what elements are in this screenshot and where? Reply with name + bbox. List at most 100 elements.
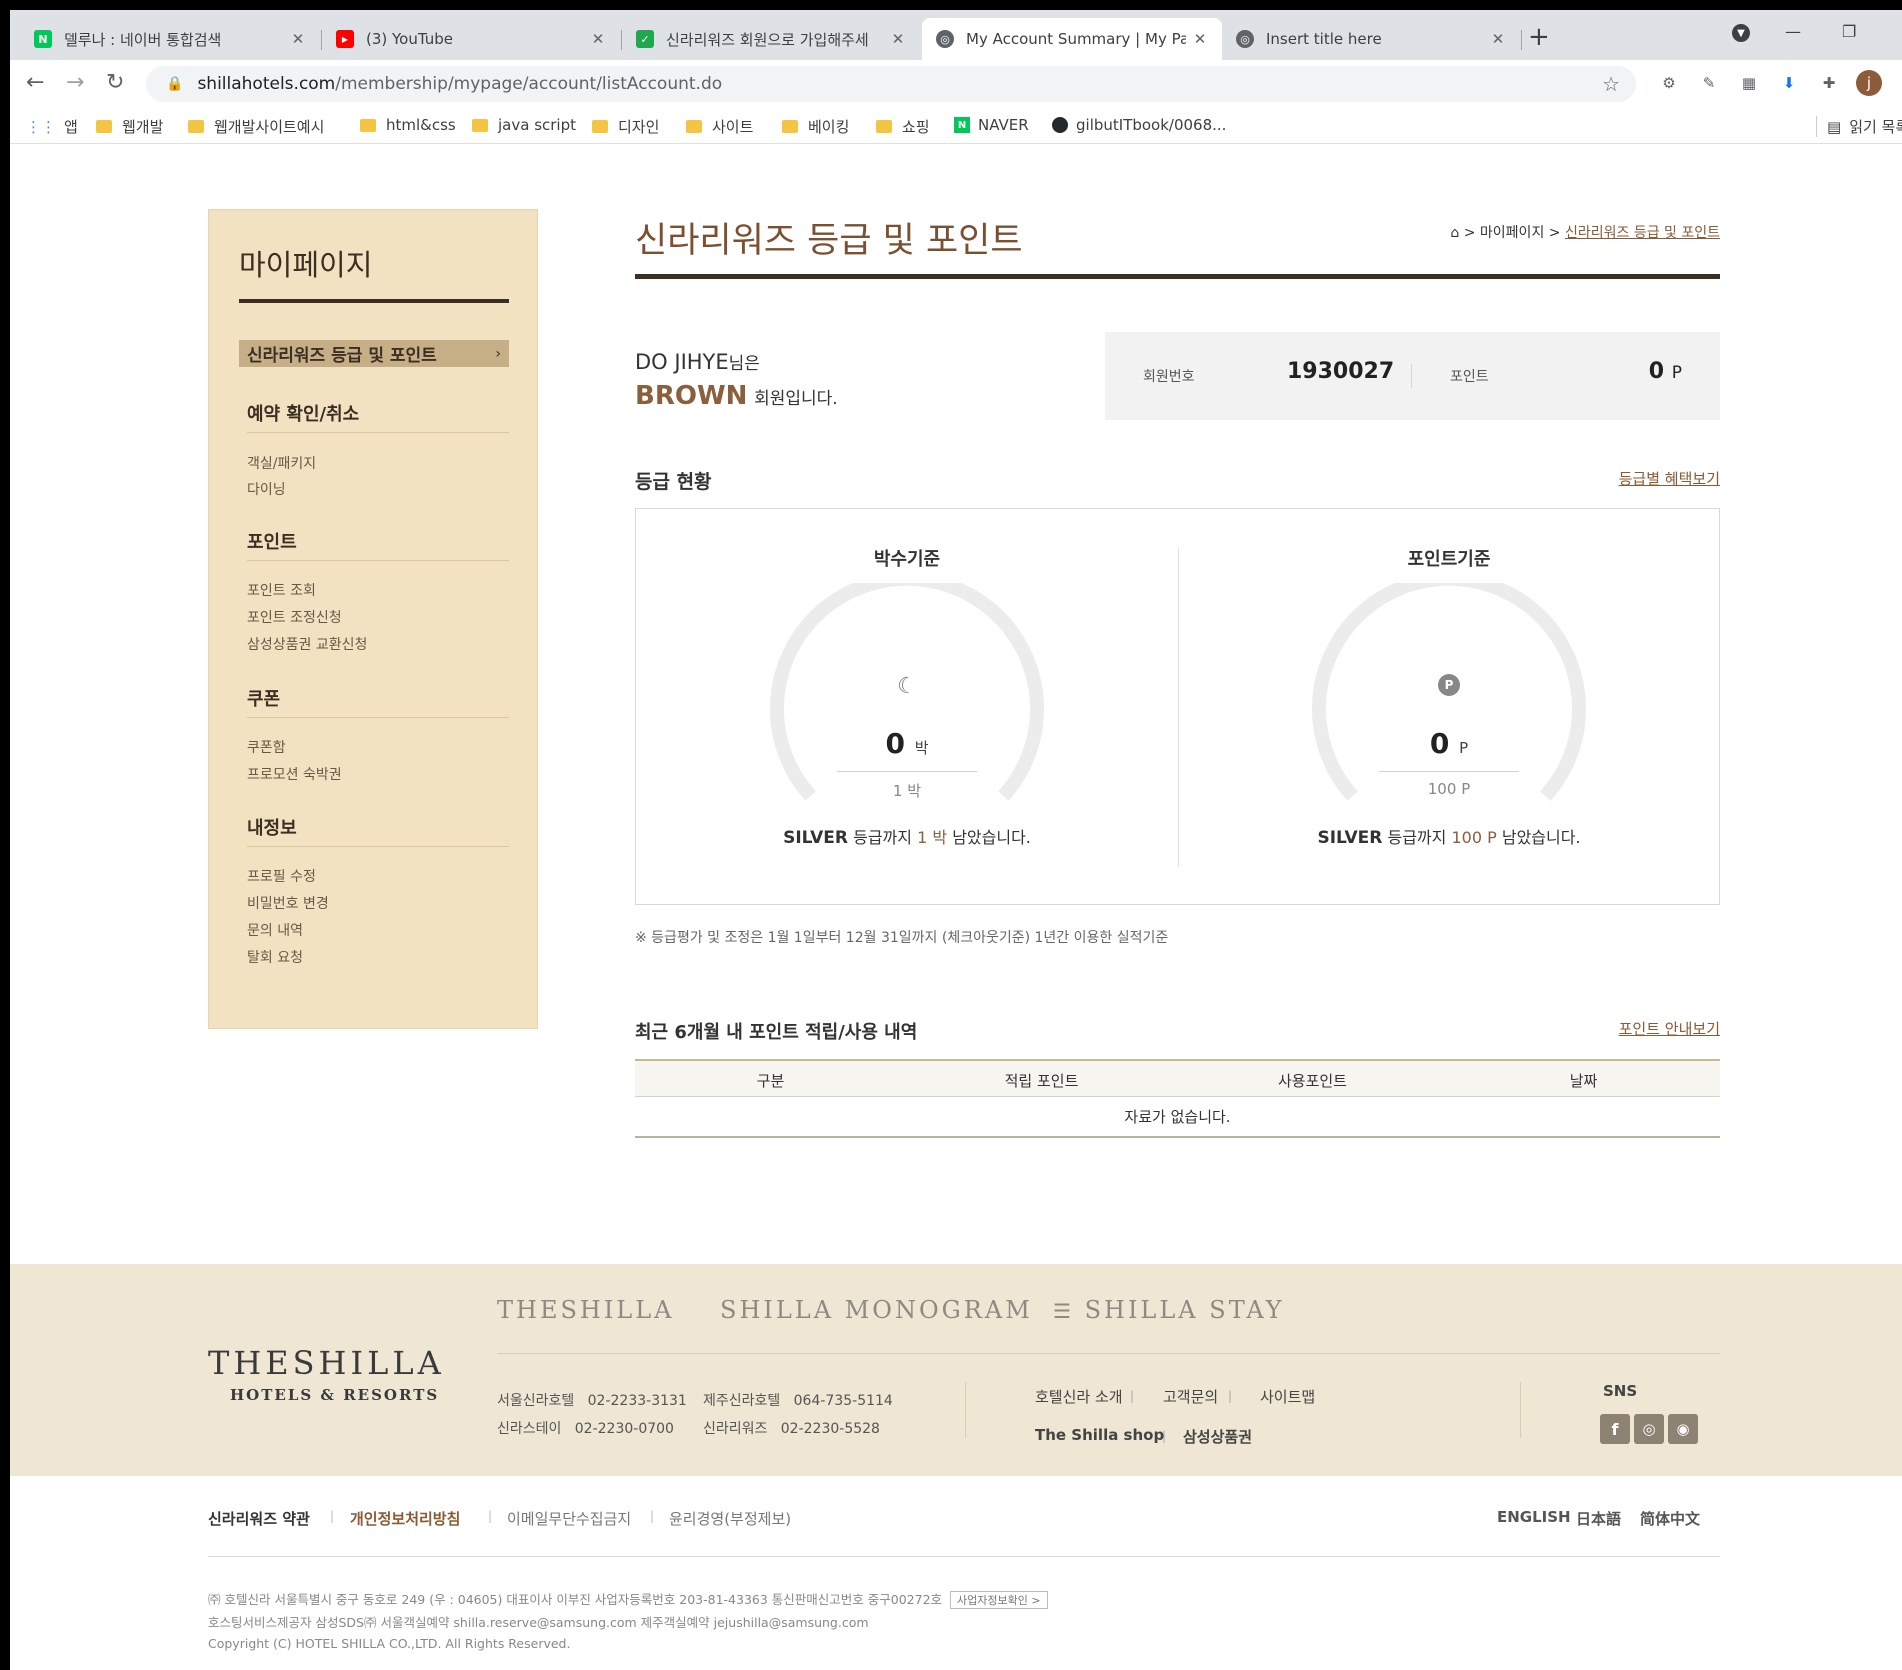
- link-rewards-terms[interactable]: 신라리워즈 약관: [208, 1508, 310, 1529]
- sidebar-heading-coupon[interactable]: 쿠폰: [247, 685, 280, 711]
- member-no-value: 1930027: [1287, 359, 1395, 384]
- shilla-logo[interactable]: THESHILLA: [208, 1344, 445, 1382]
- link-sitemap[interactable]: 사이트맵: [1260, 1386, 1315, 1407]
- bookmark-github[interactable]: gilbutITbook/0068...: [1052, 116, 1226, 134]
- link-shilla-shop[interactable]: The Shilla shop: [1035, 1426, 1164, 1444]
- link-email-collection-ban[interactable]: 이메일무단수집금지: [507, 1508, 631, 1529]
- profile-avatar[interactable]: j: [1856, 70, 1882, 96]
- phone-number: 02-2230-0700: [574, 1421, 674, 1437]
- close-icon[interactable]: ✕: [890, 30, 906, 48]
- msg-mid: 등급까지: [1387, 828, 1447, 847]
- lang-japanese[interactable]: 日本語: [1576, 1508, 1621, 1529]
- sidebar-item-point-adjust[interactable]: 포인트 조정신청: [247, 607, 342, 627]
- sidebar-item-point-inquiry[interactable]: 포인트 조회: [247, 580, 316, 600]
- bookmark-folder[interactable]: 웹개발: [96, 116, 163, 137]
- bookmark-folder[interactable]: java script: [472, 116, 576, 134]
- tab-account-summary[interactable]: ◎ My Account Summary | My Pag ✕: [922, 18, 1222, 60]
- breadcrumb: ⌂ > 마이페이지 > 신라리워즈 등급 및 포인트: [1450, 222, 1720, 242]
- breadcrumb-parent[interactable]: 마이페이지: [1480, 225, 1544, 241]
- biz-info-button[interactable]: 사업자정보확인 >: [950, 1591, 1048, 1609]
- tab-naver[interactable]: N 델루나 : 네이버 통합검색 ✕: [20, 18, 320, 60]
- member-info-box: 회원번호 1930027 포인트 0 P: [1105, 332, 1720, 420]
- link-ethics-report[interactable]: 윤리경영(부정제보): [669, 1508, 791, 1529]
- folder-icon: [96, 120, 112, 133]
- address-bar[interactable]: 🔒 shillahotels.com/membership/mypage/acc…: [146, 66, 1636, 102]
- points-label: 포인트: [1450, 369, 1489, 385]
- bookmark-folder[interactable]: 사이트: [686, 116, 753, 137]
- close-icon[interactable]: ✕: [1490, 30, 1506, 48]
- separator: |: [488, 1509, 493, 1523]
- phone-shilla-stay: 신라스테이 02-2230-0700: [497, 1418, 674, 1438]
- breadcrumb-current[interactable]: 신라리워즈 등급 및 포인트: [1565, 225, 1720, 241]
- bookmark-folder[interactable]: html&css: [360, 116, 456, 134]
- reload-icon[interactable]: ↻: [106, 70, 124, 95]
- bookmark-folder[interactable]: 디자인: [592, 116, 659, 137]
- download-icon[interactable]: ⬇: [1778, 72, 1800, 94]
- bookmark-folder[interactable]: 베이킹: [782, 116, 849, 137]
- brand-shilla-stay[interactable]: ☰ SHILLA STAY: [1053, 1296, 1285, 1324]
- facebook-icon[interactable]: f: [1600, 1414, 1630, 1444]
- tab-search-icon[interactable]: ▼: [1732, 24, 1750, 42]
- sidebar-item-withdraw[interactable]: 탈회 요청: [247, 947, 303, 967]
- tab-youtube[interactable]: ▶ (3) YouTube ✕: [322, 18, 620, 60]
- bookmark-star-icon[interactable]: ☆: [1602, 72, 1620, 96]
- close-icon[interactable]: ✕: [590, 30, 606, 48]
- link-hotel-intro[interactable]: 호텔신라 소개: [1035, 1386, 1123, 1407]
- minimize-button[interactable]: —: [1785, 22, 1801, 41]
- sidebar-item-dining[interactable]: 다이닝: [247, 479, 286, 499]
- home-icon[interactable]: ⌂: [1450, 225, 1459, 241]
- next-grade: SILVER: [783, 828, 849, 848]
- member-no-label: 회원번호: [1143, 369, 1195, 385]
- lang-english[interactable]: ENGLISH: [1497, 1508, 1571, 1526]
- bookmark-folder[interactable]: 쇼핑: [876, 116, 930, 137]
- folder-icon: [360, 118, 376, 132]
- settings-gear-icon[interactable]: ⚙: [1658, 72, 1680, 94]
- sidebar-heading-my-info[interactable]: 내정보: [247, 814, 297, 840]
- sidebar-item-coupon-box[interactable]: 쿠폰함: [247, 737, 286, 757]
- link-privacy-policy[interactable]: 개인정보처리방침: [350, 1508, 460, 1529]
- eyedropper-icon[interactable]: ✎: [1698, 72, 1720, 94]
- instagram-icon[interactable]: ◎: [1634, 1414, 1664, 1444]
- gauge-value-unit: 박: [914, 739, 929, 757]
- sidebar-item-rewards[interactable]: 신라리워즈 등급 및 포인트 ›: [239, 340, 509, 367]
- sidebar-item-inquiry-history[interactable]: 문의 내역: [247, 920, 303, 940]
- gauge-value: 0 박: [636, 727, 1178, 760]
- member-grade: BROWN: [635, 381, 748, 411]
- grade-benefits-link[interactable]: 등급별 혜택보기: [1619, 468, 1720, 489]
- tab-shilla[interactable]: ✓ 신라리워즈 회원으로 가입해주세 ✕: [622, 18, 920, 60]
- link-customer-inquiry[interactable]: 고객문의: [1163, 1386, 1218, 1407]
- link-samsung-voucher[interactable]: 삼성상품권: [1183, 1426, 1252, 1447]
- close-icon[interactable]: ✕: [1192, 30, 1208, 48]
- lang-chinese[interactable]: 简体中文: [1640, 1508, 1700, 1529]
- point-guide-link[interactable]: 포인트 안내보기: [1619, 1018, 1720, 1039]
- bookmark-apps[interactable]: ⋮⋮ 앱: [26, 116, 78, 137]
- extensions-icon[interactable]: ✚: [1818, 72, 1840, 94]
- sidebar-item-room-package[interactable]: 객실/패키지: [247, 453, 316, 473]
- close-icon[interactable]: ✕: [290, 30, 306, 48]
- new-tab-button[interactable]: +: [1528, 22, 1550, 52]
- sidebar-item-promotion-voucher[interactable]: 프로모션 숙박권: [247, 764, 342, 784]
- calendar-icon[interactable]: ▦: [1738, 72, 1760, 94]
- sidebar-item-profile-edit[interactable]: 프로필 수정: [247, 866, 316, 886]
- brand-theshilla[interactable]: THESHILLA: [497, 1296, 675, 1324]
- sidebar-heading-reservation[interactable]: 예약 확인/취소: [247, 400, 359, 426]
- divider: [247, 432, 509, 433]
- sidebar-heading-point[interactable]: 포인트: [247, 528, 297, 554]
- bookmark-folder[interactable]: 웹개발사이트예시: [188, 116, 324, 137]
- points-number: 0: [1648, 359, 1665, 384]
- restore-button[interactable]: ❐: [1842, 22, 1856, 41]
- tab-insert-title[interactable]: ◎ Insert title here ✕: [1222, 18, 1520, 60]
- separator: |: [1162, 1429, 1167, 1443]
- folder-icon: [472, 118, 488, 132]
- bookmark-naver[interactable]: N NAVER: [954, 116, 1029, 134]
- separator: |: [330, 1509, 335, 1523]
- reading-list[interactable]: ▤ 읽기 목록: [1816, 116, 1902, 137]
- sidebar-item-password-change[interactable]: 비밀번호 변경: [247, 893, 329, 913]
- chevron-right-icon: ›: [495, 345, 501, 362]
- remain-unit: 박: [932, 828, 948, 847]
- sidebar-item-samsung-voucher[interactable]: 삼성상품권 교환신청: [247, 634, 367, 654]
- weibo-icon[interactable]: ◉: [1668, 1414, 1698, 1444]
- brand-shilla-monogram[interactable]: SHILLA MONOGRAM: [720, 1296, 1033, 1324]
- back-icon[interactable]: ←: [26, 70, 44, 95]
- forward-icon[interactable]: →: [66, 70, 84, 95]
